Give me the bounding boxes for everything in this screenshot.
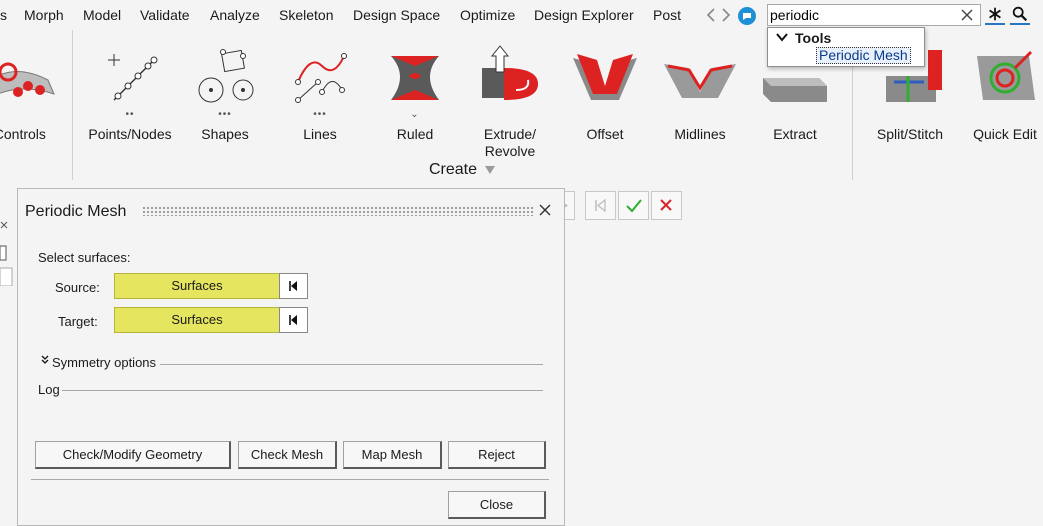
menu-morph[interactable]: Morph [24,7,64,23]
menu-post[interactable]: Post [653,7,681,23]
points-nodes-icon [108,54,158,101]
tool-label: Extract [773,126,817,142]
cancel-button[interactable] [651,191,682,220]
menu-skeleton[interactable]: Skeleton [279,7,333,23]
ribbon-group-label[interactable]: Create [429,161,477,179]
morph-controls-icon [0,62,55,97]
reset-selection-icon [289,315,297,325]
tool-label: Quick Edit [973,126,1037,142]
tool-more-dots[interactable]: ••• [179,110,271,120]
tool-more-dots[interactable]: •• [84,110,176,120]
panel-action-toolbar [558,191,686,221]
divider [160,364,543,365]
asterisk-icon[interactable] [985,5,1005,25]
reject-button[interactable]: Reject [448,441,546,469]
search-input[interactable] [770,7,950,23]
menu-model[interactable]: Model [83,7,121,23]
menu-validate[interactable]: Validate [140,7,190,23]
shapes-icon [198,49,254,103]
panel-edge-icons [0,221,13,526]
tool-more-dots[interactable]: ⌄ [369,110,461,120]
browser-panel-edge [0,216,15,526]
source-reset-button[interactable] [279,273,308,299]
log-label: Log [38,382,60,397]
ribbon-tool-quick-edit[interactable]: Quick Edit [959,42,1043,154]
search-icon[interactable] [1010,5,1030,25]
skip-back-icon [595,198,606,213]
midlines-icon [664,64,736,98]
search-results-dropdown: Tools Periodic Mesh [767,27,925,67]
ribbon-separator [72,30,73,180]
search-field[interactable] [767,4,981,26]
ribbon-tool-morph-controls[interactable]: n Controls [0,42,60,154]
chat-icon[interactable] [738,7,756,25]
source-label: Source: [55,280,100,295]
ribbon-tool-ruled[interactable]: ⌄ Ruled [369,42,461,154]
target-reset-button[interactable] [279,307,308,333]
map-mesh-button[interactable]: Map Mesh [343,441,442,469]
search-result-group[interactable]: Tools [795,30,831,46]
chevron-right-icon[interactable] [720,7,732,23]
menu-design-explorer[interactable]: Design Explorer [534,7,634,23]
check-modify-geometry-button[interactable]: Check/Modify Geometry [35,441,231,469]
divider [62,390,543,391]
close-button[interactable]: Close [448,491,546,519]
ribbon-tool-shapes[interactable]: ••• Shapes [179,42,271,154]
chevron-left-icon[interactable] [705,7,717,23]
tool-more-dots[interactable]: ••• [274,110,366,120]
ruled-icon [391,56,439,100]
tool-label: n Controls [0,126,46,142]
check-mesh-button[interactable]: Check Mesh [238,441,337,469]
divider [31,479,549,480]
menu-analyze[interactable]: Analyze [210,7,260,23]
double-chevron-down-icon[interactable] [40,355,50,365]
search-result-periodic-mesh[interactable]: Periodic Mesh [816,47,911,64]
target-label: Target: [58,314,98,329]
triangle-down-icon[interactable] [484,165,496,175]
reset-selection-icon [289,281,297,291]
ribbon-tool-extrude-revolve[interactable]: Extrude/ Revolve [464,42,556,159]
quick-edit-icon [977,50,1035,100]
menu-morph-tools[interactable]: s [0,7,7,23]
extrude-revolve-icon [482,45,538,100]
check-icon [626,199,642,213]
ribbon-tool-lines[interactable]: ••• Lines [274,42,366,154]
apply-button[interactable] [618,191,649,220]
offset-icon [573,54,637,100]
close-icon [660,199,672,211]
ribbon-tool-points-nodes[interactable]: •• Points/Nodes [84,42,176,154]
panel-drag-handle[interactable] [142,206,534,216]
menu-bar: s Morph Model Validate Analyze Skeleton … [0,0,1043,30]
panel-title: Periodic Mesh [25,203,127,220]
source-surfaces-collector[interactable]: Surfaces [114,273,280,299]
menu-design-space[interactable]: Design Space [353,7,440,23]
skip-back-button[interactable] [585,191,616,220]
symmetry-options-toggle[interactable]: Symmetry options [52,355,156,370]
menu-optimize[interactable]: Optimize [460,7,515,23]
select-surfaces-label: Select surfaces: [38,250,131,265]
periodic-mesh-panel: Periodic Mesh Select surfaces: Source: S… [17,188,565,526]
ribbon-tool-offset[interactable]: Offset [559,42,651,154]
target-surfaces-collector[interactable]: Surfaces [114,307,280,333]
close-icon[interactable] [538,203,552,217]
ribbon-tool-midlines[interactable]: Midlines [654,42,746,154]
close-icon[interactable] [960,7,974,23]
chevron-down-icon[interactable] [776,32,788,42]
lines-icon [295,53,347,103]
